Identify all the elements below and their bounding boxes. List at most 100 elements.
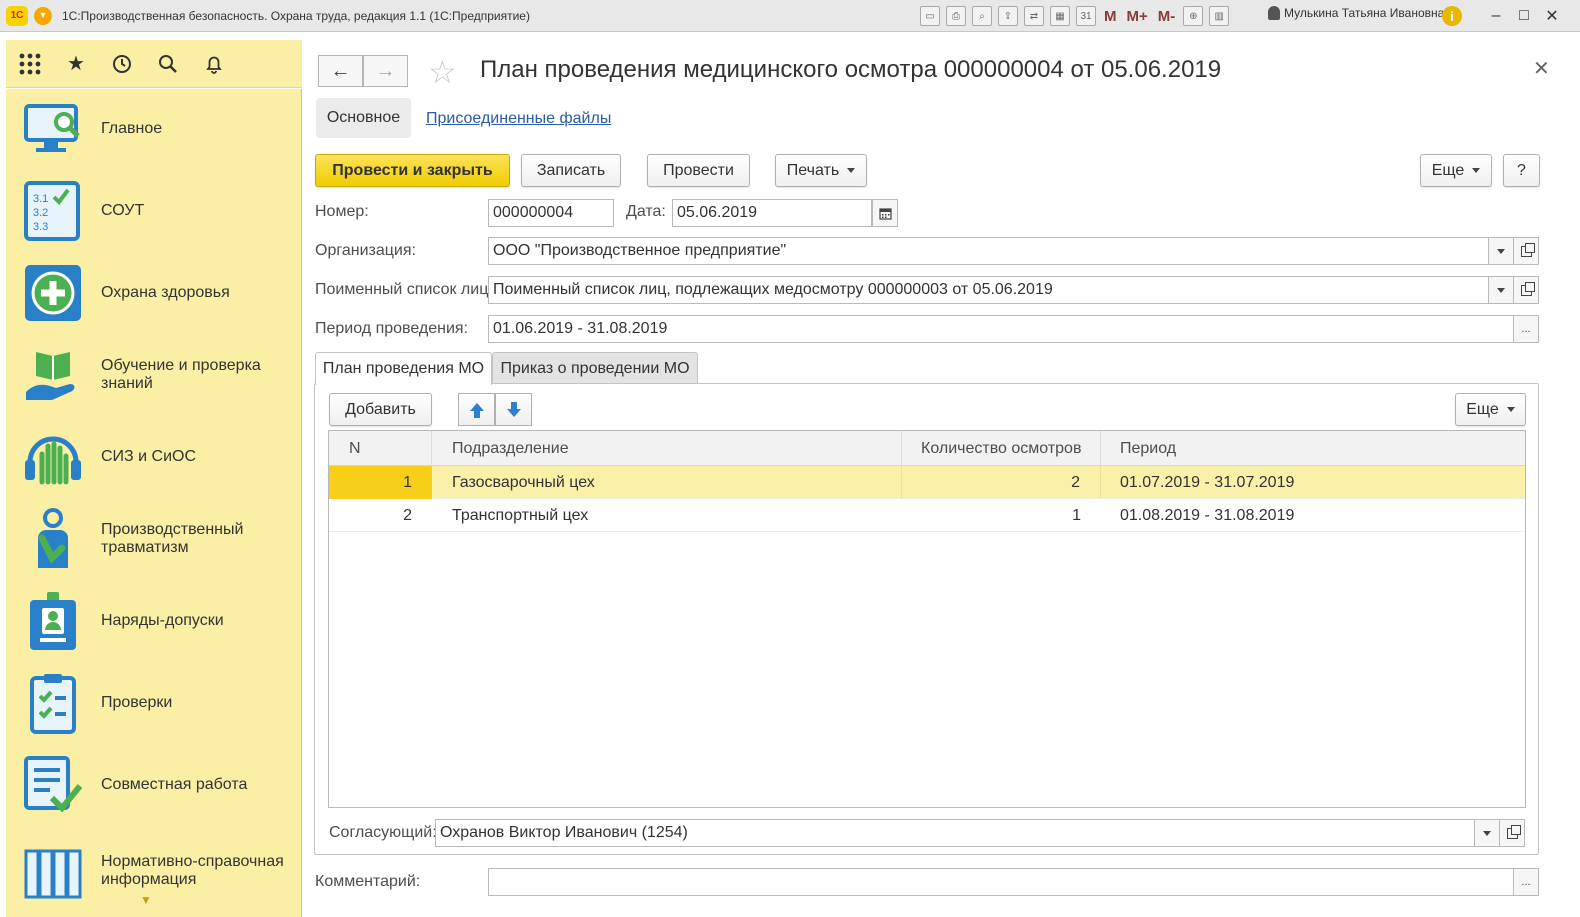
memory-plus-button[interactable]: M+	[1125, 8, 1150, 25]
table-row[interactable]: 2 Транспортный цех 1 01.08.2019 - 31.08.…	[329, 499, 1525, 532]
help-button[interactable]: ?	[1503, 154, 1540, 187]
table-more-label: Еще	[1466, 400, 1499, 418]
more-label: Еще	[1431, 161, 1465, 179]
current-user[interactable]: Мулькина Татьяна Ивановна	[1268, 6, 1444, 20]
cell-department[interactable]: Газосварочный цех	[432, 466, 902, 499]
save-button[interactable]: Записать	[521, 154, 621, 187]
move-down-icon[interactable]	[495, 393, 532, 426]
column-header-n[interactable]: N	[329, 431, 432, 466]
approver-field[interactable]: Охранов Виктор Иванович (1254)	[435, 819, 1475, 847]
panels-icon[interactable]: ▥	[1209, 6, 1230, 26]
notifications-bell-icon[interactable]	[202, 52, 226, 76]
close-window-button[interactable]: ✕	[1540, 4, 1564, 28]
approver-label: Согласующий:	[329, 824, 437, 841]
post-button[interactable]: Провести	[647, 154, 750, 187]
gloves-headphones-icon	[22, 426, 84, 488]
plan-table[interactable]: N Подразделение Количество осмотров Пери…	[328, 430, 1526, 808]
sidebar-item-reference[interactable]: Нормативно-справочная информация	[6, 827, 301, 907]
cell-department[interactable]: Транспортный цех	[432, 499, 902, 532]
add-row-button[interactable]: Добавить	[329, 393, 432, 426]
sidebar-item-label: Нормативно-справочная информация	[101, 853, 284, 888]
cell-period[interactable]: 01.07.2019 - 31.07.2019	[1101, 466, 1525, 499]
sidebar-item-ppe[interactable]: СИЗ и СиОС	[6, 417, 301, 497]
link-copy-icon[interactable]: ⇄	[1024, 6, 1044, 26]
organization-dropdown-icon[interactable]	[1488, 237, 1514, 265]
person-list-field[interactable]: Поименный список лиц, подлежащих медосмо…	[488, 276, 1489, 304]
forward-button[interactable]: →	[363, 55, 408, 87]
organization-open-icon[interactable]	[1513, 237, 1539, 265]
print-icon[interactable]: ⎙	[946, 6, 966, 26]
approver-dropdown-icon[interactable]	[1474, 819, 1500, 847]
calendar-icon[interactable]	[872, 199, 898, 227]
sidebar-item-sout[interactable]: 3.1 3.2 3.3 СОУТ	[6, 171, 301, 251]
person-list-dropdown-icon[interactable]	[1488, 276, 1514, 304]
tab-mo-order[interactable]: Приказ о проведении МО	[492, 352, 698, 384]
tab-mo-plan[interactable]: План проведения МО	[315, 352, 492, 385]
organization-field[interactable]: ООО "Производственное предприятие"	[488, 237, 1489, 265]
tab-attached-files[interactable]: Присоединенные файлы	[426, 110, 611, 128]
more-button[interactable]: Еще	[1420, 154, 1492, 187]
app-logo[interactable]: 1С	[6, 5, 28, 26]
memory-m-button[interactable]: M	[1102, 8, 1119, 25]
sidebar-scroll-down-icon[interactable]: ▼	[140, 893, 152, 907]
back-button[interactable]: ←	[318, 55, 363, 87]
column-header-department[interactable]: Подразделение	[432, 431, 902, 466]
memory-minus-button[interactable]: M-	[1156, 8, 1178, 25]
svg-text:3.2: 3.2	[33, 207, 48, 219]
favorites-star-icon[interactable]: ★	[64, 52, 88, 76]
period-label: Период проведения:	[315, 320, 469, 337]
sidebar-item-training[interactable]: Обучение и проверка знаний	[6, 335, 301, 415]
history-icon[interactable]	[110, 52, 134, 76]
calendar-icon[interactable]: 31	[1076, 6, 1096, 26]
maximize-button[interactable]: □	[1512, 4, 1536, 28]
save-icon[interactable]: ▭	[920, 6, 940, 26]
period-field[interactable]: 01.06.2019 - 31.08.2019	[488, 315, 1514, 343]
link-icon[interactable]: ⇪	[998, 6, 1018, 26]
column-header-count[interactable]: Количество осмотров	[902, 431, 1101, 466]
zoom-icon[interactable]: ⊕	[1183, 6, 1204, 26]
table-more-button[interactable]: Еще	[1455, 393, 1526, 426]
info-icon[interactable]: i	[1442, 6, 1462, 26]
cell-n[interactable]: 1	[329, 466, 432, 499]
apps-grid-icon[interactable]	[18, 52, 42, 76]
books-icon	[22, 841, 84, 903]
titlebar-tools: ▭ ⎙ ⌕ ⇪ ⇄ ▦ 31 M M+ M- ⊕ ▥	[920, 4, 1230, 28]
person-list-open-icon[interactable]	[1513, 276, 1539, 304]
cell-period[interactable]: 01.08.2019 - 31.08.2019	[1101, 499, 1525, 532]
sidebar-item-checks[interactable]: Проверки	[6, 663, 301, 743]
favorite-star-icon[interactable]: ☆	[428, 53, 457, 91]
chevron-down-icon	[1472, 168, 1481, 173]
approver-open-icon[interactable]	[1499, 819, 1525, 847]
minimize-button[interactable]: –	[1484, 4, 1508, 28]
print-button[interactable]: Печать	[775, 154, 867, 187]
comment-choose-button[interactable]: ...	[1513, 868, 1539, 896]
post-and-close-button[interactable]: Провести и закрыть	[315, 154, 510, 187]
tab-main[interactable]: Основное	[316, 98, 411, 138]
sidebar-item-injury[interactable]: Производственный травматизм	[6, 499, 301, 579]
comment-field[interactable]	[488, 868, 1514, 896]
sidebar-item-health[interactable]: Охрана здоровья	[6, 253, 301, 333]
cell-count[interactable]: 1	[902, 499, 1101, 532]
number-label: Номер:	[315, 203, 369, 220]
preview-icon[interactable]: ⌕	[972, 6, 992, 26]
table-row[interactable]: 1 Газосварочный цех 2 01.07.2019 - 31.07…	[329, 466, 1525, 499]
number-field[interactable]: 000000004	[488, 199, 614, 227]
calculator-icon[interactable]: ▦	[1050, 6, 1070, 26]
comment-label: Комментарий:	[315, 873, 421, 890]
person-list-label: Поименный список лиц:	[315, 281, 493, 298]
column-header-period[interactable]: Период	[1101, 431, 1525, 466]
injured-person-icon	[22, 508, 84, 570]
sidebar-item-label: Охрана здоровья	[101, 284, 230, 301]
period-choose-button[interactable]: ...	[1513, 315, 1539, 343]
sidebar-item-collaboration[interactable]: Совместная работа	[6, 745, 301, 825]
date-field[interactable]: 05.06.2019	[672, 199, 872, 227]
close-form-icon[interactable]: ✕	[1533, 56, 1550, 81]
cell-n[interactable]: 2	[329, 499, 432, 532]
book-hand-icon	[22, 344, 84, 406]
cell-count[interactable]: 2	[902, 466, 1101, 499]
sidebar-item-permits[interactable]: Наряды-допуски	[6, 581, 301, 661]
sidebar-item-main[interactable]: Главное	[6, 89, 301, 169]
main-menu-icon[interactable]: ▾	[34, 6, 52, 25]
search-icon[interactable]	[156, 52, 180, 76]
move-up-icon[interactable]	[458, 393, 495, 426]
